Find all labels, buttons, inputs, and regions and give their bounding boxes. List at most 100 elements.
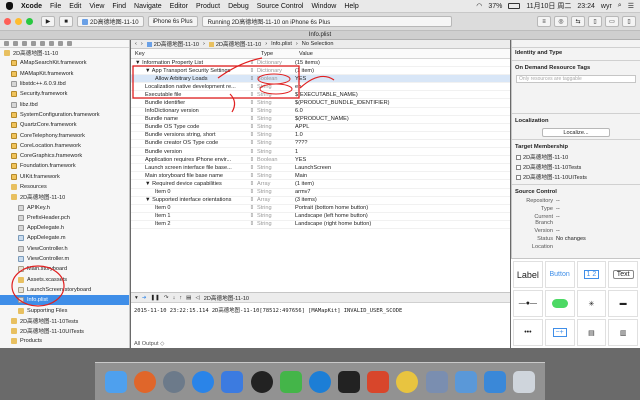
stepper-arrows-icon[interactable]: ⇕ [247, 92, 257, 98]
issue-icon[interactable] [31, 41, 36, 46]
battery-percent[interactable]: 37% [488, 3, 502, 10]
assistant-editor-button[interactable]: ◎ [554, 16, 568, 27]
navigator-item[interactable]: AMapSearchKit.framework [0, 58, 129, 68]
plist-type[interactable]: String [257, 140, 295, 146]
plist-key[interactable]: ▼ Information Property List [131, 60, 247, 66]
plist-value[interactable]: en [295, 84, 510, 90]
plist-row[interactable]: Allow Arbitrary Loads ⇕ Boolean YES [131, 75, 510, 84]
minimize-window-button[interactable] [15, 18, 22, 25]
target-checkbox-row[interactable]: 2D高德地图-11-10 [512, 152, 640, 162]
plist-type[interactable]: String [257, 149, 295, 155]
plist-type[interactable]: String [257, 124, 295, 130]
library-page-control[interactable]: ••• [513, 319, 543, 346]
stepper-arrows-icon[interactable]: ⇕ [247, 140, 257, 146]
menu-find[interactable]: Find [112, 3, 126, 10]
plist-value[interactable]: YES [295, 76, 510, 82]
terminal-icon[interactable] [338, 370, 361, 393]
stepper-arrows-icon[interactable]: ⇕ [247, 165, 257, 171]
library-table-cell[interactable]: ▥ [608, 319, 638, 346]
zoom-window-button[interactable] [26, 18, 33, 25]
hide-debug-icon[interactable]: ▾ [135, 295, 138, 301]
plist-value[interactable]: (15 items) [295, 60, 510, 66]
plist-value[interactable]: (3 items) [295, 197, 510, 203]
plist-value[interactable]: Portrait (bottom home button) [295, 205, 510, 211]
navigator-item[interactable]: ViewController.m [0, 254, 129, 264]
version-editor-button[interactable]: ⇆ [571, 16, 585, 27]
menu-view[interactable]: View [89, 3, 104, 10]
run-button[interactable]: ▶ [41, 16, 55, 27]
key-column-header[interactable]: Key [131, 49, 247, 58]
device-selector[interactable]: iPhone 6s Plus [147, 16, 198, 27]
toggle-navigator-button[interactable]: ▯ [588, 16, 602, 27]
plist-value[interactable]: ???? [295, 140, 510, 146]
library-activity-indicator[interactable]: ✳ [576, 290, 607, 317]
plist-type[interactable]: String [257, 165, 295, 171]
app-store-icon[interactable] [192, 370, 215, 393]
navigator-item[interactable]: ViewController.h [0, 244, 129, 254]
plist-row[interactable]: Item 2 ⇕ String Landscape (right home butto… [131, 221, 510, 229]
plist-value[interactable]: Landscape (left home button) [295, 213, 510, 219]
plist-type[interactable]: String [257, 213, 295, 219]
plist-key[interactable]: Main storyboard file base name [131, 173, 247, 179]
stepper-arrows-icon[interactable]: ⇕ [247, 116, 257, 122]
folder-stack-icon[interactable] [484, 370, 507, 393]
navigator-item[interactable]: SystemConfiguration.framework [0, 110, 129, 120]
plist-key[interactable]: Bundle versions string, short [131, 132, 247, 138]
breadcrumb-project[interactable]: 2D高德地图-11-10 [146, 40, 199, 48]
plist-type[interactable]: Dictionary [257, 68, 295, 74]
step-over-icon[interactable]: ↷ [164, 295, 169, 301]
plist-row[interactable]: Launch screen interface file base... ⇕ Str… [131, 164, 510, 173]
plist-type[interactable]: String [257, 108, 295, 114]
library-progress-view[interactable]: ▬ [608, 290, 638, 317]
menu-xcode[interactable]: Xcode [21, 3, 42, 10]
menu-navigate[interactable]: Navigate [134, 3, 162, 10]
library-stepper[interactable]: −+ [544, 319, 575, 346]
stepper-arrows-icon[interactable]: ⇕ [247, 221, 257, 227]
debug-icon[interactable] [49, 41, 54, 46]
plist-row[interactable]: Application requires iPhone envir... ⇕ Boo… [131, 156, 510, 165]
plist-row[interactable]: Item 0 ⇕ String armv7 [131, 189, 510, 197]
plist-row[interactable]: Executable file ⇕ String $(EXECUTABLE_NAME) [131, 91, 510, 100]
breadcrumb-file[interactable]: Info.plist [271, 41, 292, 47]
localize-button[interactable]: Localize... [542, 128, 610, 137]
stepper-arrows-icon[interactable]: ⇕ [247, 213, 257, 219]
target-checkbox-row[interactable]: 2D高德地图-11-10UITests [512, 172, 640, 182]
library-switch[interactable] [544, 290, 575, 317]
plist-key[interactable]: InfoDictionary version [131, 108, 247, 114]
plist-key[interactable]: Item 0 [131, 189, 247, 195]
step-out-icon[interactable]: ↑ [179, 295, 182, 301]
stepper-arrows-icon[interactable]: ⇕ [247, 205, 257, 211]
library-segmented-control[interactable]: 1 2 [576, 261, 607, 288]
plist-key[interactable]: Bundle OS Type code [131, 124, 247, 130]
menu-debug[interactable]: Debug [228, 3, 249, 10]
stepper-arrows-icon[interactable]: ⇕ [247, 149, 257, 155]
finder-icon[interactable] [104, 370, 127, 393]
plist-type[interactable]: String [257, 116, 295, 122]
navigator-item[interactable]: UIKit.framework [0, 172, 129, 182]
user-label[interactable]: wyr [601, 3, 612, 10]
plist-value[interactable]: $(EXECUTABLE_NAME) [295, 92, 510, 98]
stepper-arrows-icon[interactable]: ⇕ [247, 76, 257, 82]
navigator-item[interactable]: 2D高德地图-11-10 [0, 48, 129, 58]
back-arrow-icon[interactable]: ‹ [135, 41, 137, 47]
plist-key[interactable]: Item 1 [131, 213, 247, 219]
plist-row[interactable]: ▼ App Transport Security Settings ⇕ Dictio… [131, 67, 510, 76]
plist-value[interactable]: 6.0 [295, 108, 510, 114]
close-window-button[interactable] [4, 18, 11, 25]
plist-key[interactable]: Item 2 [131, 221, 247, 227]
test-icon[interactable] [40, 41, 45, 46]
plist-value[interactable]: $(PRODUCT_NAME) [295, 116, 510, 122]
plist-type[interactable]: Array [257, 181, 295, 187]
navigator-item[interactable]: 2D高德地图-11-10Tests [0, 316, 129, 326]
report-icon[interactable] [67, 41, 72, 46]
photos-icon[interactable] [396, 370, 419, 393]
plist-row[interactable]: InfoDictionary version ⇕ String 6.0 [131, 108, 510, 116]
battery-icon[interactable] [508, 3, 521, 9]
stepper-arrows-icon[interactable]: ⇕ [247, 181, 257, 187]
plist-value[interactable]: armv7 [295, 189, 510, 195]
standard-editor-button[interactable]: ≡ [537, 16, 551, 27]
stepper-arrows-icon[interactable]: ⇕ [247, 108, 257, 114]
plist-key[interactable]: Bundle identifier [131, 100, 247, 106]
plist-key[interactable]: Bundle name [131, 116, 247, 122]
stepper-arrows-icon[interactable]: ⇕ [247, 100, 257, 106]
